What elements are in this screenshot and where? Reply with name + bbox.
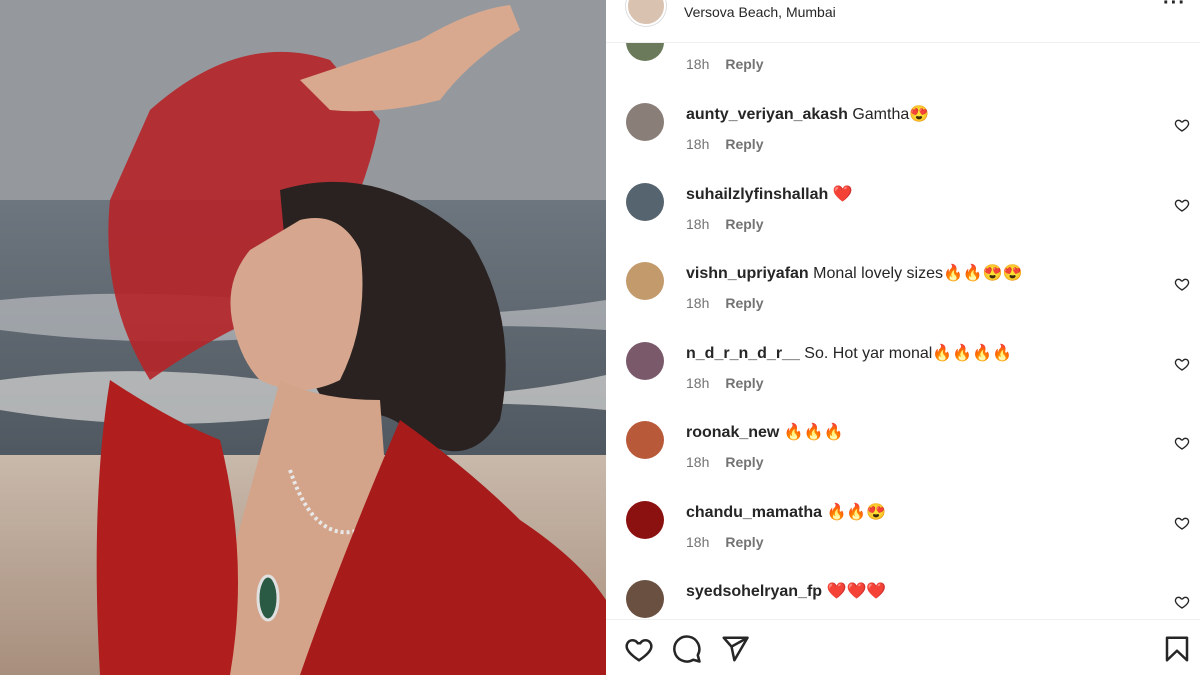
commenter-avatar[interactable]	[626, 501, 664, 539]
reply-button[interactable]: Reply	[725, 216, 763, 232]
comment-row: 18h Reply	[606, 43, 1200, 103]
reply-button[interactable]: Reply	[725, 136, 763, 152]
profile-avatar[interactable]	[626, 0, 666, 26]
comment-like-icon[interactable]	[1174, 356, 1190, 372]
comment-icon[interactable]	[672, 634, 702, 664]
comment-username[interactable]: aunty_veriyan_akash	[686, 106, 848, 123]
reply-button[interactable]: Reply	[725, 454, 763, 470]
comment-row: vishn_upriyafan Monal lovely sizes🔥🔥😍😍 18…	[606, 262, 1200, 342]
comment-body: Gamtha😍	[852, 106, 930, 123]
comment-body: So. Hot yar monal🔥🔥🔥🔥	[804, 345, 1013, 362]
comment-text: roonak_new 🔥🔥🔥	[686, 422, 844, 442]
comment-body: ❤️	[832, 186, 853, 203]
comment-text: suhailzlyfinshallah ❤️	[686, 184, 853, 204]
comment-text: vishn_upriyafan Monal lovely sizes🔥🔥😍😍	[686, 263, 1023, 283]
comment-username[interactable]: n_d_r_n_d_r__	[686, 345, 800, 362]
commenter-avatar[interactable]	[626, 421, 664, 459]
comment-time[interactable]: 18h	[686, 136, 709, 152]
comment-row: chandu_mamatha 🔥🔥😍 18h Reply	[606, 501, 1200, 581]
comment-meta: 18h Reply	[686, 295, 763, 311]
comment-time[interactable]: 18h	[686, 375, 709, 391]
comment-meta: 18h Reply	[686, 375, 763, 391]
comment-username[interactable]: roonak_new	[686, 424, 779, 441]
comment-time[interactable]: 18h	[686, 454, 709, 470]
reply-button[interactable]: Reply	[725, 534, 763, 550]
commenter-avatar[interactable]	[626, 262, 664, 300]
comment-text: n_d_r_n_d_r__ So. Hot yar monal🔥🔥🔥🔥	[686, 343, 1012, 363]
comment-meta: 18h Reply	[686, 56, 763, 72]
comment-time[interactable]: 18h	[686, 216, 709, 232]
comment-username[interactable]: vishn_upriyafan	[686, 265, 809, 282]
comment-body: 🔥🔥🔥	[783, 424, 844, 441]
comment-like-icon[interactable]	[1174, 197, 1190, 213]
location-link[interactable]: Versova Beach, Mumbai	[684, 4, 836, 20]
comment-like-icon[interactable]	[1174, 117, 1190, 133]
heart-icon[interactable]	[624, 634, 654, 664]
comment-time[interactable]: 18h	[686, 295, 709, 311]
reply-button[interactable]: Reply	[725, 56, 763, 72]
comment-username[interactable]: syedsohelryan_fp	[686, 583, 822, 600]
reply-button[interactable]: Reply	[725, 295, 763, 311]
comment-username[interactable]: chandu_mamatha	[686, 504, 822, 521]
comment-row: aunty_veriyan_akash Gamtha😍 18h Reply	[606, 103, 1200, 183]
comment-meta: 18h Reply	[686, 534, 763, 550]
comment-like-icon[interactable]	[1174, 515, 1190, 531]
comment-row: n_d_r_n_d_r__ So. Hot yar monal🔥🔥🔥🔥 18h Re…	[606, 342, 1200, 422]
comment-list[interactable]: 18h Reply aunty_veriyan_akash Gamtha😍 18h Re…	[606, 43, 1200, 618]
comment-text: syedsohelryan_fp ❤️❤️❤️	[686, 581, 886, 601]
bookmark-icon[interactable]	[1162, 634, 1192, 664]
comment-time[interactable]: 18h	[686, 534, 709, 550]
commenter-avatar[interactable]	[626, 103, 664, 141]
comment-body: Monal lovely sizes🔥🔥😍😍	[813, 265, 1023, 282]
comment-row: roonak_new 🔥🔥🔥 18h Reply	[606, 421, 1200, 501]
more-horizontal-icon[interactable]: ···	[1163, 0, 1186, 15]
commenter-avatar[interactable]	[626, 580, 664, 618]
comment-meta: 18h Reply	[686, 216, 763, 232]
comment-username[interactable]: suhailzlyfinshallah	[686, 186, 828, 203]
comment-time[interactable]: 18h	[686, 56, 709, 72]
comment-text: chandu_mamatha 🔥🔥😍	[686, 502, 886, 522]
commenter-avatar[interactable]	[626, 43, 664, 61]
post-image	[0, 0, 606, 675]
commenter-avatar[interactable]	[626, 183, 664, 221]
post-photo[interactable]	[0, 0, 606, 675]
send-icon[interactable]	[720, 634, 750, 664]
comment-text: aunty_veriyan_akash Gamtha😍	[686, 104, 929, 124]
comment-row: suhailzlyfinshallah ❤️ 18h Reply	[606, 183, 1200, 263]
comment-body: 🔥🔥😍	[826, 504, 887, 521]
comment-like-icon[interactable]	[1174, 594, 1190, 610]
comment-row: syedsohelryan_fp ❤️❤️❤️	[606, 580, 1200, 618]
comment-meta: 18h Reply	[686, 454, 763, 470]
post-header: Versova Beach, Mumbai ···	[606, 0, 1200, 43]
commenter-avatar[interactable]	[626, 342, 664, 380]
reply-button[interactable]: Reply	[725, 375, 763, 391]
comment-like-icon[interactable]	[1174, 435, 1190, 451]
action-bar	[606, 619, 1200, 676]
comment-meta: 18h Reply	[686, 136, 763, 152]
comment-like-icon[interactable]	[1174, 276, 1190, 292]
comment-body: ❤️❤️❤️	[826, 583, 887, 600]
comments-panel: Versova Beach, Mumbai ··· 18h Reply aunty_…	[606, 0, 1200, 676]
